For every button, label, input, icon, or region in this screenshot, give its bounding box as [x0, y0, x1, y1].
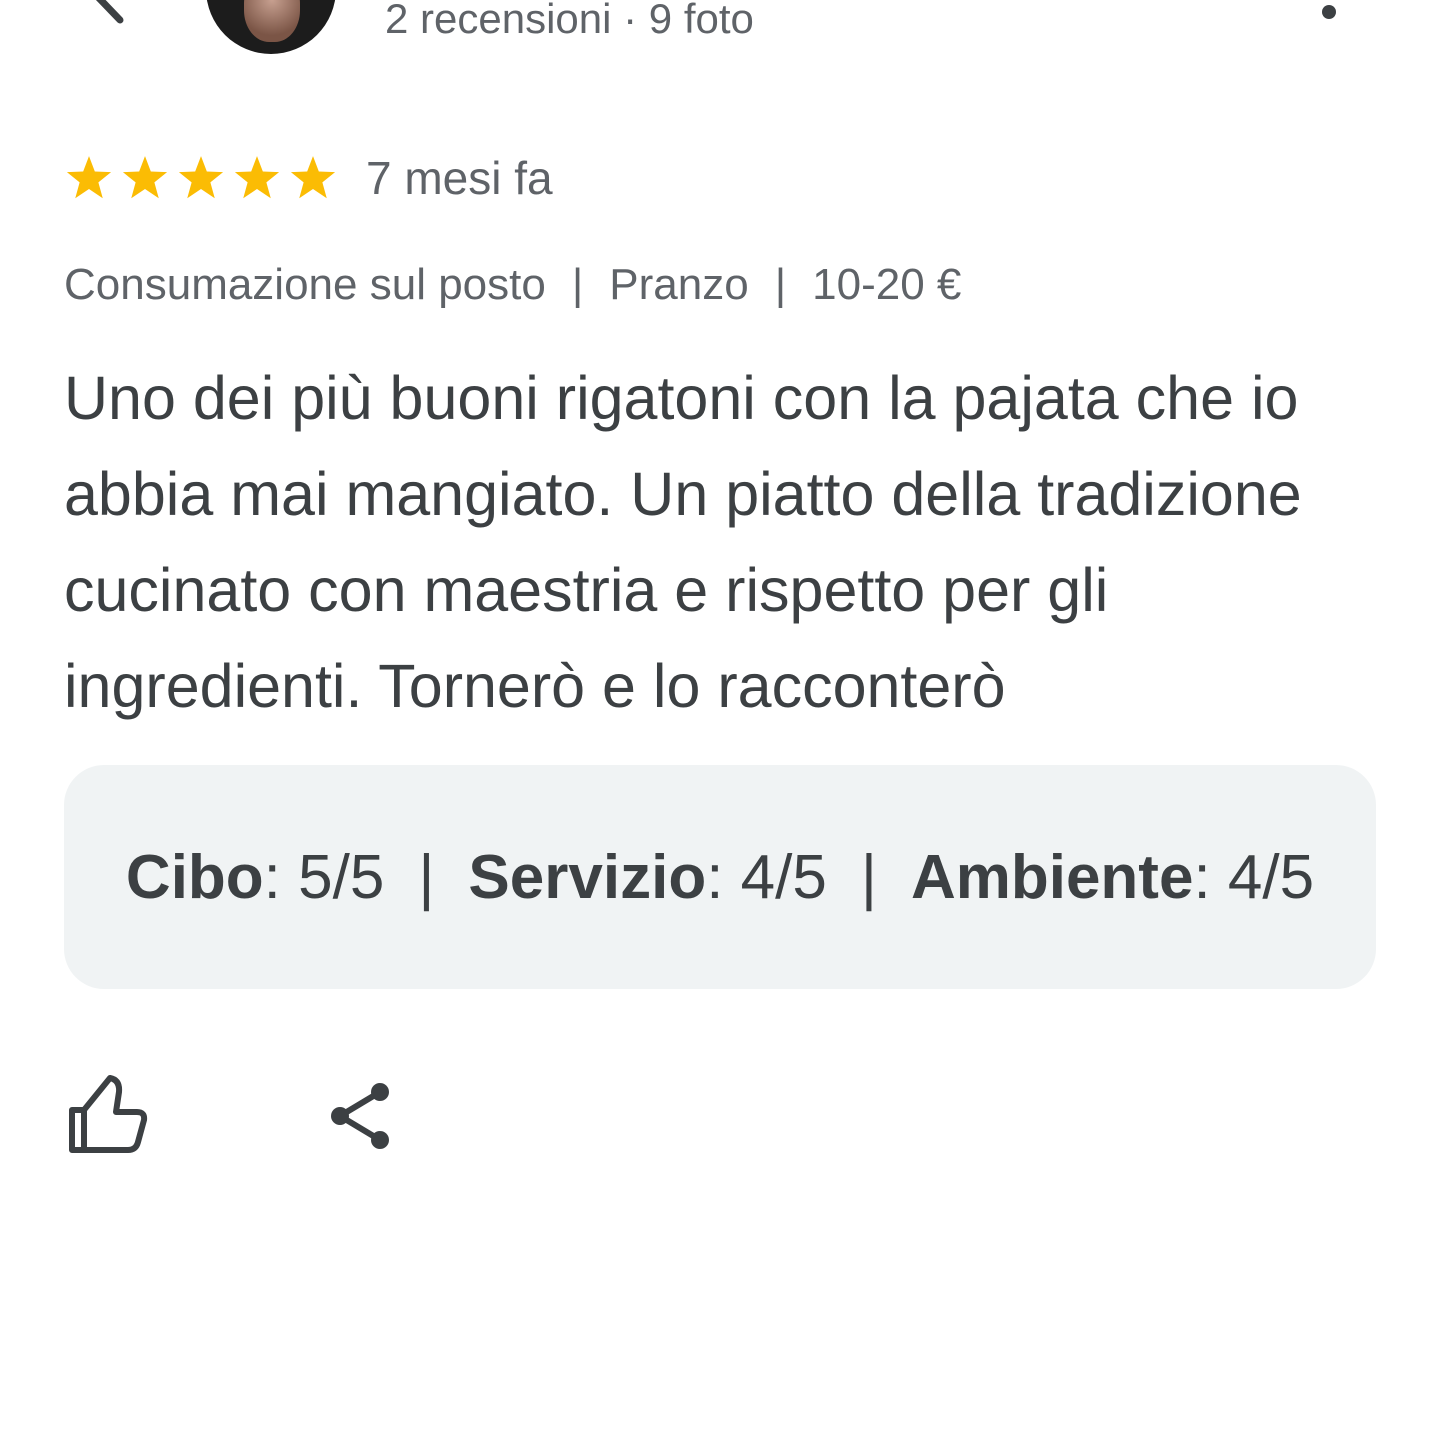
food-rating-label: Cibo: [125, 842, 264, 912]
more-options-button[interactable]: [1304, 0, 1352, 36]
meal-type: Pranzo: [609, 260, 749, 309]
author-meta[interactable]: 2 recensioni · 9 foto: [385, 0, 754, 48]
service-rating-label: Servizio: [468, 842, 707, 912]
sub-ratings-card: Cibo: 5/5 | Servizio: 4/5 | Ambiente: 4/…: [64, 765, 1376, 989]
star-icon: [64, 153, 114, 203]
atmosphere-rating-label: Ambiente: [910, 842, 1194, 912]
avatar-face: [244, 0, 300, 42]
star-icon: [288, 153, 338, 203]
star-icon: [120, 153, 170, 203]
atmosphere-rating-value: : 4/5: [1193, 842, 1315, 912]
review-text: Uno dei più buoni rigatoni con la pajata…: [64, 364, 1302, 720]
thumb-up-icon: [69, 1075, 148, 1153]
separator: |: [571, 260, 584, 309]
share-button[interactable]: [322, 1076, 398, 1156]
star-icon: [176, 153, 226, 203]
separator: |: [418, 842, 435, 912]
chevron-left-icon: [95, 0, 124, 24]
review-detail-page: 2 recensioni · 9 foto 7 mesi fa Consumaz…: [0, 0, 1440, 1439]
service-type: Consumazione sul posto: [64, 260, 546, 309]
share-icon: [331, 1083, 389, 1149]
more-vert-icon: [1322, 5, 1336, 19]
food-rating-value: : 5/5: [263, 842, 385, 912]
separator: |: [774, 260, 787, 309]
avatar[interactable]: [206, 0, 336, 54]
star-rating: [64, 153, 338, 203]
service-rating-value: : 4/5: [706, 842, 827, 912]
like-button[interactable]: [62, 1072, 148, 1158]
back-button[interactable]: [72, 0, 142, 30]
star-icon: [232, 153, 282, 203]
dining-meta: Consumazione sul posto | Pranzo | 10-20 …: [64, 256, 961, 314]
review-time: 7 mesi fa: [366, 152, 553, 204]
price-range: 10-20 €: [812, 260, 962, 309]
rating-row: 7 mesi fa: [64, 148, 553, 208]
separator: |: [860, 842, 877, 912]
